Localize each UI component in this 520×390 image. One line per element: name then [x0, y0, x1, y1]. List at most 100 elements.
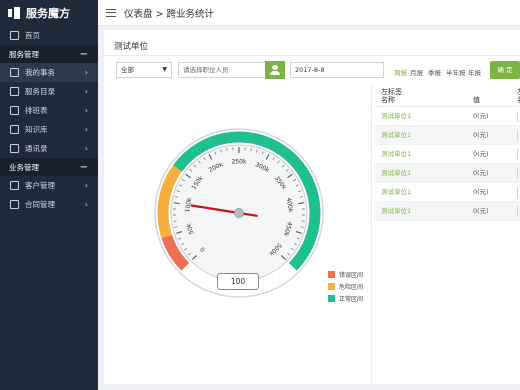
section-service-management[interactable]: 服务管理 −: [0, 45, 98, 63]
column-divider: [517, 168, 518, 179]
sidebar-item-label: 通讯录: [25, 144, 48, 153]
sidebar-item-label: 排班表: [25, 106, 48, 115]
sidebar-item-label: 我的事务: [25, 68, 55, 77]
row-value: 0(元): [473, 131, 489, 139]
sidebar-item-label: 首页: [25, 31, 40, 40]
table-row[interactable]: 测试单位1 0(元): [374, 145, 520, 164]
row-name[interactable]: 测试单位1: [381, 112, 411, 120]
chevron-right-icon: ›: [84, 125, 88, 134]
row-value: 0(元): [473, 112, 489, 120]
top-bar: 仪表盘 > 跨业务统计: [98, 0, 520, 26]
section-title: 业务管理: [9, 162, 39, 172]
table-row[interactable]: 测试单位1 0(元): [374, 202, 520, 221]
row-value: 0(元): [473, 188, 489, 196]
table-row[interactable]: 测试单位1 0(元): [374, 126, 520, 145]
scope-select-value: 全部: [121, 66, 134, 74]
sidebar-item-label: 客户管理: [25, 181, 55, 190]
period-weekly[interactable]: 周报: [394, 67, 407, 77]
row-value: 0(元): [473, 207, 489, 215]
column-divider: [517, 111, 518, 122]
schedule-icon: [10, 106, 19, 115]
row-name[interactable]: 测试单位1: [381, 188, 411, 196]
scope-select[interactable]: 全部 ▼: [116, 62, 172, 78]
sidebar-item-label: 知识库: [25, 125, 48, 134]
period-quarterly[interactable]: 季报: [428, 67, 441, 77]
sidebar-item-contracts[interactable]: 合同管理 ›: [0, 195, 98, 214]
section-title: 服务管理: [9, 49, 39, 59]
legend-label: 正常区间: [339, 295, 364, 303]
breadcrumb: 仪表盘 > 跨业务统计: [124, 8, 214, 20]
sidebar-item-label: 合同管理: [25, 200, 55, 209]
sidebar-item-customers[interactable]: 客户管理 ›: [0, 176, 98, 195]
caret-down-icon: ▼: [162, 66, 167, 73]
row-value: 0(元): [473, 169, 489, 177]
row-name[interactable]: 测试单位1: [381, 150, 411, 158]
legend-item-normal: 正常区间: [328, 292, 363, 304]
person-input[interactable]: 请选择职位人员: [178, 62, 266, 78]
column-divider: [517, 187, 518, 198]
chevron-right-icon: ›: [84, 106, 88, 115]
user-icon: [272, 65, 278, 70]
chevron-right-icon: ›: [84, 181, 88, 190]
row-name[interactable]: 测试单位1: [381, 207, 411, 215]
chevron-right-icon: ›: [84, 68, 88, 77]
confirm-button[interactable]: 确 定: [490, 61, 520, 79]
gauge-value: 100: [217, 273, 259, 290]
home-icon: [10, 31, 19, 40]
legend-swatch: [328, 294, 335, 302]
period-yearly[interactable]: 年报: [468, 67, 481, 77]
table-row[interactable]: 测试单位1 0(元): [374, 107, 520, 126]
main-panel: 测试单位 全部 ▼ 请选择职位人员 2017-8-8 周报 月报 季报 半年报 …: [104, 30, 520, 384]
logo-text: 服务魔方: [26, 7, 70, 20]
chevron-right-icon: ›: [84, 200, 88, 209]
contacts-icon: [10, 144, 19, 153]
column-header-name: 名称: [381, 96, 395, 104]
collapse-icon[interactable]: −: [80, 162, 88, 173]
app-logo[interactable]: 服务魔方: [0, 0, 98, 26]
column-divider: [517, 149, 518, 160]
column-divider: [517, 130, 518, 141]
date-input[interactable]: 2017-8-8: [290, 62, 384, 78]
sidebar-item-service-catalog[interactable]: 服务目录 ›: [0, 82, 98, 101]
legend-swatch: [328, 282, 335, 290]
row-name[interactable]: 测试单位1: [381, 169, 411, 177]
sidebar-item-schedule[interactable]: 排班表 ›: [0, 101, 98, 120]
page-title: 测试单位: [114, 42, 149, 52]
period-monthly[interactable]: 月报: [410, 67, 423, 77]
menu-icon[interactable]: [106, 8, 116, 17]
gauge-chart: 050k100k150k200k 250k 300k350k400k450k500k: [154, 128, 324, 298]
table-header-top: 左标签 左: [374, 85, 520, 96]
legend-label: 危险区间: [339, 283, 364, 291]
row-value: 0(元): [473, 150, 489, 158]
chevron-right-icon: ›: [84, 87, 88, 96]
sidebar: 服务魔方 首页 服务管理 − 我的事务 › 服务目录 › 排班表 › 知识库 ›…: [0, 0, 98, 390]
gauge-panel: 0 50k 100k 150k 200k 250k 300k 350k 400k 450k 500k…: [104, 85, 372, 384]
contract-icon: [10, 200, 19, 209]
legend-item-danger: 危险区间: [328, 280, 363, 292]
sidebar-item-contacts[interactable]: 通讯录 ›: [0, 139, 98, 158]
legend-label: 错误区间: [339, 271, 364, 279]
gauge-legend: 错误区间 危险区间 正常区间: [328, 268, 363, 304]
legend-item-error: 错误区间: [328, 268, 363, 280]
knowledge-icon: [10, 125, 19, 134]
gauge-tick-label: 250k: [232, 159, 247, 166]
sidebar-item-my-tasks[interactable]: 我的事务 ›: [0, 63, 98, 82]
collapse-icon[interactable]: −: [80, 49, 88, 60]
sidebar-item-knowledge[interactable]: 知识库 ›: [0, 120, 98, 139]
stats-table: 左标签 左 名称 值 名 测试单位1 0(元) 测试单位1 0(元) 测试单位1…: [374, 85, 520, 221]
row-name[interactable]: 测试单位1: [381, 131, 411, 139]
table-row[interactable]: 测试单位1 0(元): [374, 183, 520, 202]
select-person-button[interactable]: [265, 61, 285, 79]
catalog-icon: [10, 87, 19, 96]
sidebar-item-home[interactable]: 首页: [0, 26, 98, 45]
period-half-year[interactable]: 半年报: [446, 67, 466, 77]
logo-icon: [8, 7, 22, 19]
column-divider: [517, 206, 518, 217]
customer-icon: [10, 181, 19, 190]
gauge-hub: [234, 208, 244, 218]
table-header: 名称 值 名: [374, 95, 520, 107]
table-row[interactable]: 测试单位1 0(元): [374, 164, 520, 183]
divider: [104, 55, 520, 56]
legend-swatch: [328, 270, 335, 278]
section-business-management[interactable]: 业务管理 −: [0, 158, 98, 176]
